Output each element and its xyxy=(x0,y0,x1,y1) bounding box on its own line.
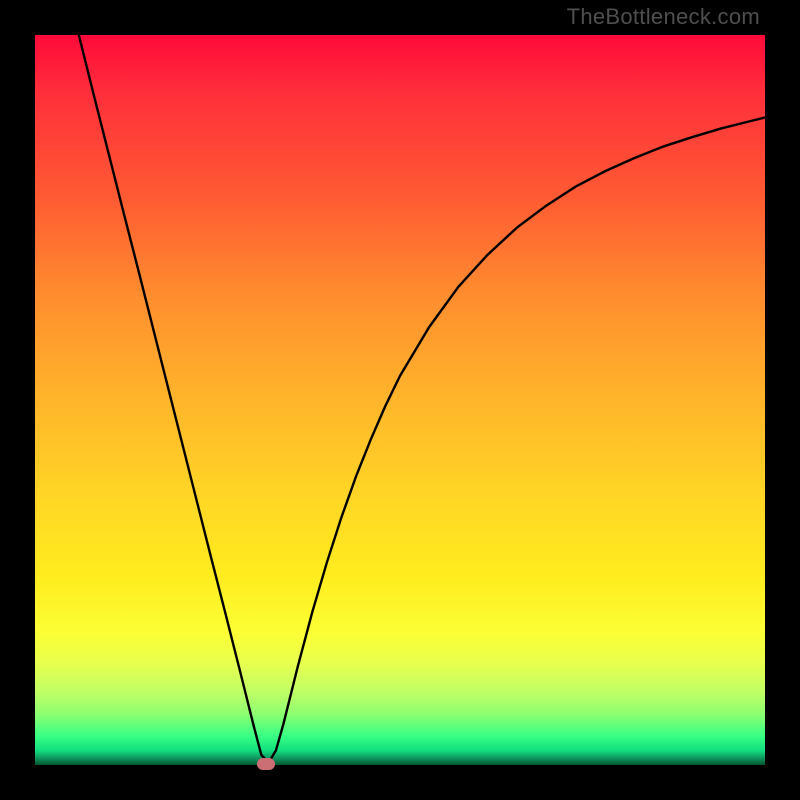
optimum-marker xyxy=(257,758,275,770)
chart-frame: TheBottleneck.com xyxy=(0,0,800,800)
plot-area xyxy=(35,35,765,765)
bottleneck-curve xyxy=(35,35,765,765)
watermark-text: TheBottleneck.com xyxy=(567,4,760,30)
